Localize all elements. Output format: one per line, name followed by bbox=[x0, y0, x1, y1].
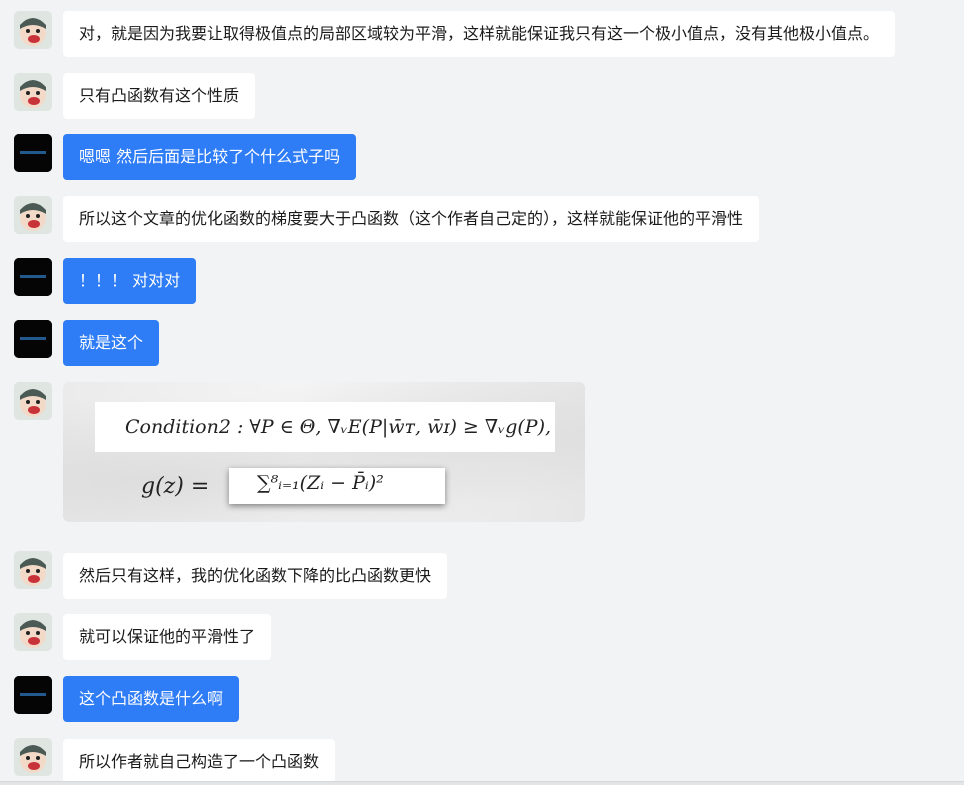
formula-condition: Condition2 : ∀P ∈ Θ, ∇ᵥE(P|w̄ᴛ, w̄ɪ) ≥ ∇… bbox=[95, 402, 555, 452]
avatar-cartoon-icon[interactable] bbox=[14, 196, 52, 234]
input-area-edge bbox=[0, 781, 964, 785]
message-bubble[interactable]: 只有凸函数有这个性质 bbox=[63, 73, 256, 119]
avatar-dark-icon[interactable] bbox=[14, 258, 52, 296]
image-message[interactable]: Condition2 : ∀P ∈ Θ, ∇ᵥE(P|w̄ᴛ, w̄ɪ) ≥ ∇… bbox=[63, 382, 585, 522]
message-bubble[interactable]: 就可以保证他的平滑性了 bbox=[63, 614, 272, 660]
message-bubble[interactable]: 然后只有这样，我的优化函数下降的比凸函数更快 bbox=[63, 553, 448, 599]
avatar-cartoon-icon[interactable] bbox=[14, 73, 52, 111]
avatar-cartoon-icon[interactable] bbox=[14, 11, 52, 49]
message-bubble[interactable]: 嗯嗯 然后后面是比较了个什么式子吗 bbox=[63, 134, 357, 180]
avatar-cartoon-icon[interactable] bbox=[14, 613, 52, 651]
message-bubble[interactable]: 对，就是因为我要让取得极值点的局部区域较为平滑，这样就能保证我只有这一个极小值点… bbox=[63, 11, 896, 57]
formula-sum: ∑⁸ᵢ₌₁(Zᵢ − P̄ᵢ)² bbox=[229, 468, 445, 504]
avatar-cartoon-icon[interactable] bbox=[14, 738, 52, 776]
avatar-cartoon-icon[interactable] bbox=[14, 382, 52, 420]
message-bubble[interactable]: 所以作者就自己构造了一个凸函数 bbox=[63, 739, 336, 785]
message-bubble[interactable]: ！！！ 对对对 bbox=[63, 258, 197, 304]
chat-history[interactable]: 对，就是因为我要让取得极值点的局部区域较为平滑，这样就能保证我只有这一个极小值点… bbox=[0, 0, 964, 785]
formula-gz-label: g(z) = bbox=[141, 474, 210, 499]
avatar-dark-icon[interactable] bbox=[14, 320, 52, 358]
avatar-dark-icon[interactable] bbox=[14, 134, 52, 172]
message-bubble[interactable]: 这个凸函数是什么啊 bbox=[63, 676, 240, 722]
message-bubble[interactable]: 就是这个 bbox=[63, 320, 160, 366]
avatar-cartoon-icon[interactable] bbox=[14, 551, 52, 589]
message-bubble[interactable]: 所以这个文章的优化函数的梯度要大于凸函数（这个作者自己定的），这样就能保证他的平… bbox=[63, 196, 760, 242]
avatar-dark-icon[interactable] bbox=[14, 676, 52, 714]
